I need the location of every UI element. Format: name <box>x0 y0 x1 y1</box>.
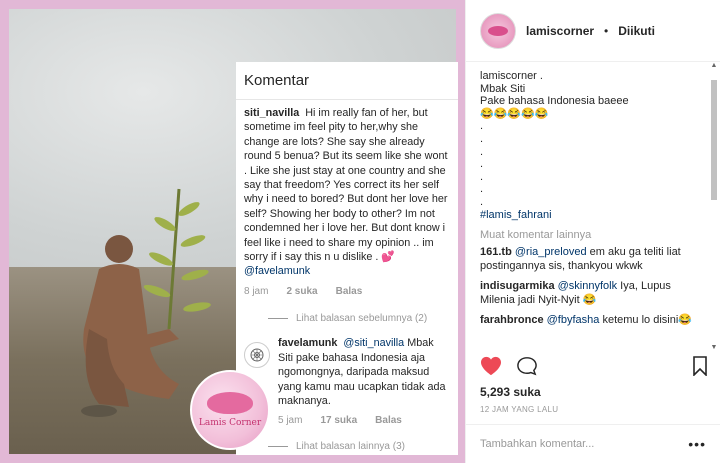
comment-mention[interactable]: @skinnyfolk <box>558 280 617 292</box>
reply-mention[interactable]: @siti_navilla <box>343 337 404 349</box>
add-comment-bar: Tambahkan komentar... ••• <box>466 424 720 463</box>
comment-username[interactable]: farahbronce <box>480 314 544 326</box>
caption-line: 😂😂😂😂😂 <box>480 107 549 120</box>
reply-time: 5 jam <box>278 415 303 427</box>
comments-panel: Komentar siti_navilla Hi im really fan o… <box>236 62 458 455</box>
lips-icon <box>207 392 253 414</box>
action-bar <box>480 356 708 376</box>
comment-time: 8 jam <box>244 285 269 297</box>
comment-likes[interactable]: 2 suka <box>286 285 317 299</box>
view-more-label: Lihat balasan lainnya (3) <box>296 440 405 452</box>
comment-username[interactable]: siti_navilla <box>244 107 299 119</box>
lips-icon <box>488 25 508 36</box>
caption-line: . <box>480 120 484 133</box>
comment-mention[interactable]: @ria_preloved <box>515 246 587 258</box>
divider-line <box>268 318 288 320</box>
comment-emoji: 💕 <box>381 251 395 264</box>
caption-line: Mbak Siti <box>480 82 526 95</box>
comment-reply-button[interactable]: Balas <box>336 285 363 299</box>
reply-item: favelamunk @siti_navilla Mbak Siti pake … <box>236 332 458 432</box>
comment-username[interactable]: 161.tb <box>480 246 512 258</box>
add-comment-input[interactable]: Tambahkan komentar... <box>480 438 688 450</box>
list-item: 161.tb @ria_preloved em aku ga teliti li… <box>480 245 706 273</box>
reply-meta: 5 jam 17 suka Balas <box>278 414 450 428</box>
divider-line <box>268 445 288 447</box>
comment-meta: 8 jam 2 suka Balas <box>244 285 450 299</box>
likes-count[interactable]: 5,293 suka <box>480 385 541 399</box>
photo-figure <box>81 188 211 417</box>
follow-button[interactable]: Diikuti <box>618 24 655 38</box>
avatar[interactable] <box>480 12 516 49</box>
brand-text: Lamis Corner <box>198 418 262 428</box>
load-more-comments[interactable]: Muat komentar lainnya <box>480 229 706 241</box>
comment-text: Hi im really fan of her, but sometime im… <box>244 107 448 264</box>
post-username[interactable]: lamiscorner <box>526 24 594 38</box>
comment-icon[interactable] <box>516 356 538 376</box>
caption-line: lamiscorner . <box>480 70 543 82</box>
caption-line: Pake bahasa Indonesia baeee <box>480 95 629 108</box>
caption-line: . <box>480 183 484 196</box>
reply-reply-button[interactable]: Balas <box>375 414 402 428</box>
separator-dot: • <box>604 23 609 38</box>
comments-title: Komentar <box>236 62 458 100</box>
scroll-down-icon[interactable]: ▼ <box>710 344 718 352</box>
caption-line: . <box>480 195 484 208</box>
caption-hashtag[interactable]: #lamis_fahrani <box>480 209 706 222</box>
caption-line: . <box>480 132 484 145</box>
mandala-icon <box>250 348 264 362</box>
heart-icon[interactable] <box>480 356 502 376</box>
avatar[interactable] <box>244 342 270 369</box>
reply-username[interactable]: favelamunk <box>278 337 337 349</box>
caption: lamiscorner . Mbak Siti Pake bahasa Indone… <box>480 70 706 209</box>
more-options-icon[interactable]: ••• <box>688 436 706 452</box>
list-item: farahbronce @fbyfasha ketemu lo disini😂 <box>480 313 706 327</box>
list-item: indisugarmika @skinnyfolk Iya, Lupus Mil… <box>480 279 706 307</box>
comment-text: ketemu lo disini😂 <box>602 314 692 327</box>
comment-mention[interactable]: @favelamunk <box>244 265 310 277</box>
view-more-replies[interactable]: Lihat balasan lainnya (3) <box>236 433 458 460</box>
scrollbar-thumb[interactable] <box>711 80 717 200</box>
caption-line: . <box>480 158 484 171</box>
comment-main: siti_navilla Hi im really fan of her, bu… <box>236 100 458 305</box>
reply-likes[interactable]: 17 suka <box>320 414 357 428</box>
comment-mention[interactable]: @fbyfasha <box>547 314 600 326</box>
caption-line: . <box>480 170 484 183</box>
post-timestamp: 12 JAM YANG LALU <box>480 405 559 414</box>
caption-and-comments[interactable]: lamiscorner . Mbak Siti Pake bahasa Indone… <box>466 62 720 352</box>
post-header: lamiscorner • Diikuti <box>466 0 720 62</box>
bookmark-icon[interactable] <box>692 356 708 376</box>
view-previous-label: Lihat balasan sebelumnya (2) <box>296 313 428 325</box>
view-previous-replies[interactable]: Lihat balasan sebelumnya (2) <box>236 305 458 332</box>
scrollbar[interactable]: ▲ ▼ <box>710 62 718 352</box>
comment-username[interactable]: indisugarmika <box>480 280 555 292</box>
scroll-up-icon[interactable]: ▲ <box>710 62 718 70</box>
caption-line: . <box>480 145 484 158</box>
brand-logo: Lamis Corner <box>190 370 270 450</box>
post-sidebar: lamiscorner • Diikuti lamiscorner . Mbak … <box>465 0 720 463</box>
post-image-frame: Komentar siti_navilla Hi im really fan o… <box>0 0 465 463</box>
